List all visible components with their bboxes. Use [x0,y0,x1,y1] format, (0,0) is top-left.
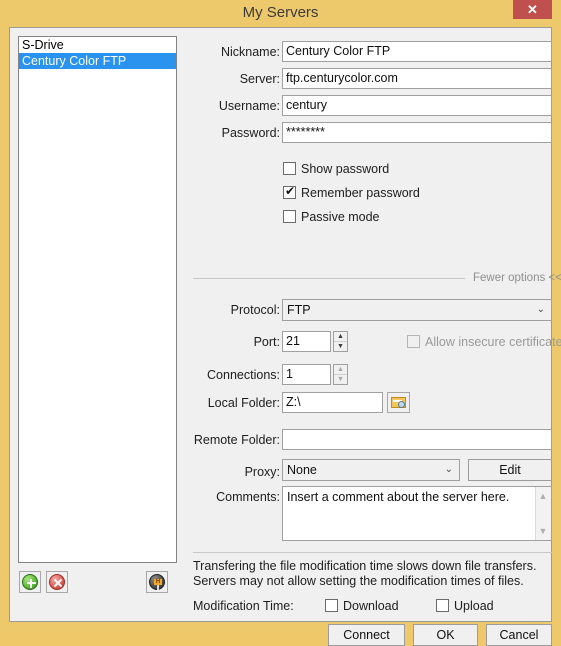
proxy-select[interactable]: None ⌄ [282,459,460,481]
port-stepper[interactable]: ▲ ▼ [333,331,348,352]
spin-down-icon[interactable]: ▼ [334,375,347,384]
comments-scrollbar[interactable]: ▲ ▼ [535,487,551,540]
port-label: Port: [253,335,280,349]
connections-label: Connections: [207,368,280,382]
title-bar: My Servers ✕ [0,0,561,27]
proxy-label: Proxy: [244,465,280,479]
add-server-button[interactable] [19,571,41,593]
username-input[interactable]: century [282,95,552,116]
port-input[interactable]: 21 [282,331,331,352]
password-input[interactable]: ******** [282,122,552,143]
remember-password-label: Remember password [301,186,420,200]
dialog-client-area: S-Drive Century Color FTP H Nickname: Ce… [9,27,561,646]
spin-up-icon[interactable]: ▲ [334,332,347,341]
ok-button[interactable]: OK [413,624,478,646]
fewer-options-link[interactable]: Fewer options << [473,271,561,285]
protocol-label: Protocol: [230,303,280,317]
add-icon [22,574,38,590]
remote-folder-input[interactable] [282,429,552,450]
server-options-button[interactable]: H [146,571,168,593]
checkbox-box [436,599,449,612]
list-item[interactable]: Century Color FTP [19,53,176,69]
modification-time-label: Modification Time: [193,599,294,613]
username-label: Username: [218,99,280,113]
search-icon [398,401,405,408]
nickname-label: Nickname: [220,45,280,59]
comments-value: Insert a comment about the server here. [287,490,510,504]
checkbox-box [283,210,296,223]
remove-icon [49,574,65,590]
check-icon: ✔ [285,184,296,198]
download-label: Download [343,599,399,613]
checkbox-box [325,599,338,612]
remote-folder-label: Remote Folder: [193,433,280,447]
footer-divider [193,552,552,553]
spin-up-icon[interactable]: ▲ [334,365,347,374]
spin-down-icon[interactable]: ▼ [334,342,347,351]
nickname-input[interactable]: Century Color FTP [282,41,552,62]
list-item[interactable]: S-Drive [19,37,176,53]
server-input[interactable]: ftp.centurycolor.com [282,68,552,89]
scroll-down-icon[interactable]: ▼ [536,525,550,537]
options-icon: H [149,574,165,590]
options-divider [193,278,465,279]
show-password-label: Show password [301,162,390,176]
checkbox-box [407,335,420,348]
passive-mode-label: Passive mode [301,210,380,224]
checkbox-box: ✔ [283,184,296,199]
chevron-down-icon: ⌄ [536,304,545,315]
server-settings-form: Nickname: Century Color FTP Server: ftp.… [185,28,561,646]
close-button[interactable]: ✕ [513,0,552,19]
connections-input[interactable]: 1 [282,364,331,385]
connect-button[interactable]: Connect [328,624,405,646]
connections-stepper[interactable]: ▲ ▼ [333,364,348,385]
local-folder-label: Local Folder: [207,396,280,410]
close-icon: ✕ [527,2,538,17]
modification-time-note: Transfering the file modification time s… [193,559,537,588]
comments-textarea[interactable]: Insert a comment about the server here. … [282,486,552,541]
scroll-up-icon[interactable]: ▲ [536,490,550,502]
server-label: Server: [239,72,280,86]
password-label: Password: [221,126,280,140]
comments-label: Comments: [216,490,280,504]
local-folder-input[interactable]: Z:\ [282,392,383,413]
window-title: My Servers [242,4,319,21]
delete-server-button[interactable] [46,571,68,593]
server-list[interactable]: S-Drive Century Color FTP [18,36,177,563]
checkbox-box [283,162,296,175]
chevron-down-icon: ⌄ [444,464,453,475]
protocol-select[interactable]: FTP ⌄ [282,299,552,321]
browse-local-folder-button[interactable] [387,392,410,413]
upload-label: Upload [454,599,494,613]
cancel-button[interactable]: Cancel [486,624,552,646]
dialog-window: My Servers ✕ S-Drive Century Color FTP H [0,0,561,646]
proxy-value: None [287,463,317,477]
allow-insecure-certificates-label: Allow insecure certificates [425,335,561,349]
proxy-edit-button[interactable]: Edit [468,459,552,481]
protocol-value: FTP [287,303,311,317]
